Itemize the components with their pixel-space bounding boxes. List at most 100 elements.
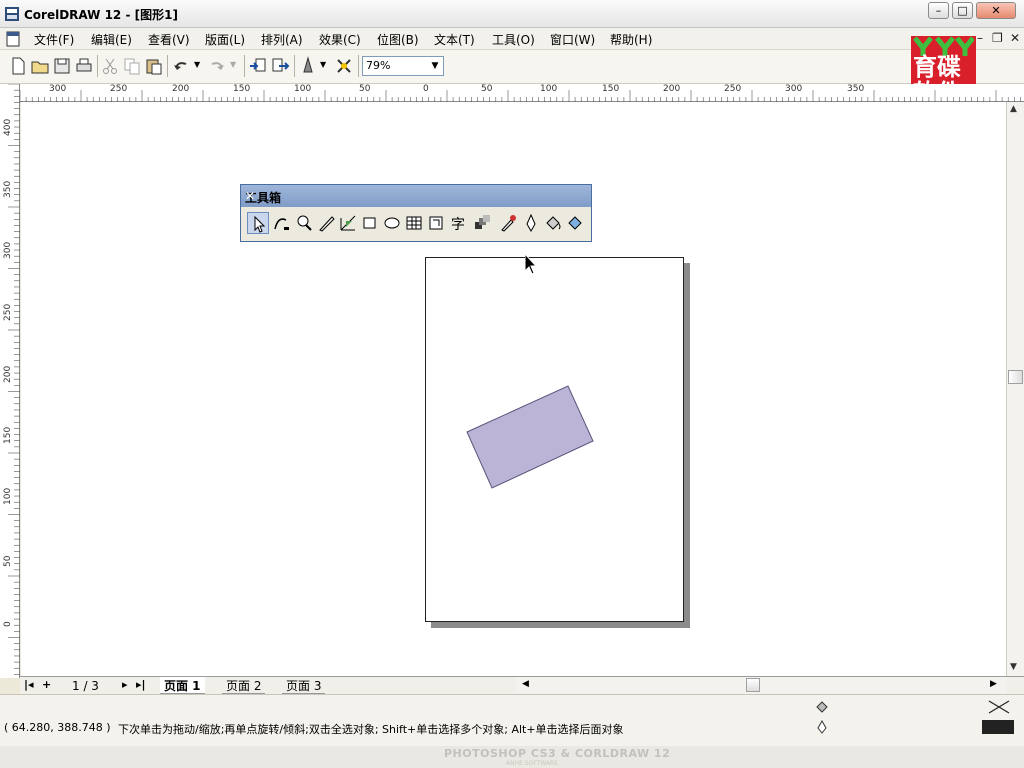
toolbox-close-icon[interactable]: ✕: [245, 189, 585, 203]
cut-icon[interactable]: [100, 56, 120, 76]
maximize-button[interactable]: □: [952, 2, 973, 19]
print-icon[interactable]: [74, 56, 94, 76]
outline-pen-icon[interactable]: [814, 719, 830, 735]
rotated-rectangle-shape[interactable]: [426, 258, 685, 623]
smart-fill-tool-icon[interactable]: [337, 212, 359, 234]
no-fill-icon[interactable]: [988, 699, 1010, 715]
vertical-ruler[interactable]: 400 350 300 250 200 150 100 50 0: [0, 84, 20, 678]
horizontal-scroll-thumb[interactable]: [746, 678, 760, 692]
toolbox-title-bar[interactable]: 工具箱 ✕: [241, 185, 591, 207]
new-icon[interactable]: [8, 56, 28, 76]
import-icon[interactable]: [248, 56, 268, 76]
menu-bitmaps[interactable]: 位图(B): [377, 31, 419, 48]
open-icon[interactable]: [30, 56, 50, 76]
status-hint-text: 下次单击为拖动/缩放;再单点旋转/倾斜;双击全选对象; Shift+单击选择多个…: [118, 723, 624, 736]
undo-icon[interactable]: [172, 56, 192, 76]
footer-text: PHOTOSHOP CS3 & CORLDRAW 12: [444, 747, 671, 760]
ruler-label: 150: [3, 426, 13, 444]
last-page-icon[interactable]: ▸|: [136, 678, 146, 691]
ruler-label: 200: [172, 84, 190, 94]
doc-close-button[interactable]: ✕: [1010, 31, 1020, 45]
basic-shapes-tool-icon[interactable]: [425, 212, 447, 234]
redo-dropdown-icon[interactable]: ▼: [230, 60, 236, 69]
document-page[interactable]: [425, 257, 684, 622]
horizontal-scrollbar[interactable]: ◀ ▶: [516, 677, 1006, 694]
save-icon[interactable]: [52, 56, 72, 76]
ruler-label: 250: [724, 84, 742, 94]
coreldraw-app-icon[interactable]: [4, 6, 20, 22]
ruler-label: 0: [3, 621, 13, 627]
tab-page-3[interactable]: 页面 3: [282, 677, 326, 694]
freehand-tool-icon[interactable]: [316, 212, 338, 234]
application-launcher-icon[interactable]: [298, 56, 318, 76]
zoom-level-value: 79%: [366, 59, 391, 72]
tab-page-1[interactable]: 页面 1: [160, 677, 205, 694]
add-page-icon[interactable]: +: [42, 678, 51, 691]
corel-online-icon[interactable]: [334, 56, 354, 76]
minimize-button[interactable]: –: [928, 2, 949, 19]
vertical-scroll-thumb[interactable]: [1008, 370, 1023, 384]
toolbox-panel: 工具箱 ✕ 字: [240, 184, 592, 242]
mouse-pointer-icon: [525, 254, 538, 275]
menu-effects[interactable]: 效果(C): [319, 31, 361, 48]
first-page-icon[interactable]: |◂: [24, 678, 34, 691]
undo-dropdown-icon[interactable]: ▼: [194, 60, 200, 69]
launcher-dropdown-icon[interactable]: ▼: [320, 60, 326, 69]
menu-arrange[interactable]: 排列(A): [261, 31, 303, 48]
doc-restore-button[interactable]: ❐: [992, 31, 1003, 45]
next-page-icon[interactable]: ▸: [122, 678, 128, 691]
shape-tool-icon[interactable]: [270, 212, 292, 234]
redo-icon[interactable]: [206, 56, 226, 76]
menu-layout[interactable]: 版面(L): [205, 31, 245, 48]
standard-toolbar: ▼ ▼ ▼ 79% ▼: [0, 50, 1024, 84]
menu-edit[interactable]: 编辑(E): [91, 31, 132, 48]
paste-icon[interactable]: [144, 56, 164, 76]
ruler-label: 350: [3, 180, 13, 198]
ruler-label: 0: [423, 84, 429, 94]
eyedropper-tool-icon[interactable]: [497, 212, 519, 234]
polygon-tool-icon[interactable]: [403, 212, 425, 234]
ruler-label: 350: [847, 84, 865, 94]
vertical-scrollbar[interactable]: ▲ ▼: [1006, 102, 1024, 676]
horizontal-ruler[interactable]: 300 250 200 150 100 50 0 50 100 150 200 …: [20, 84, 1024, 102]
interactive-fill-tool-icon[interactable]: [564, 212, 586, 234]
outline-tool-icon[interactable]: [520, 212, 542, 234]
svg-text:字: 字: [451, 217, 465, 233]
tab-page-2[interactable]: 页面 2: [222, 677, 266, 694]
zoom-level-combobox[interactable]: 79% ▼: [362, 56, 444, 76]
doc-minimize-button[interactable]: –: [977, 31, 983, 45]
zoom-tool-icon[interactable]: [293, 212, 315, 234]
ruler-label: 250: [110, 84, 128, 94]
chevron-down-icon[interactable]: ▼: [427, 57, 443, 75]
close-button[interactable]: ✕: [976, 2, 1016, 19]
logo-text-line1: 育碟: [913, 53, 961, 81]
ruler-label: 250: [3, 303, 13, 321]
menu-window[interactable]: 窗口(W): [550, 31, 595, 48]
scroll-down-icon[interactable]: ▼: [1010, 662, 1017, 672]
ellipse-tool-icon[interactable]: [381, 212, 403, 234]
menu-text[interactable]: 文本(T): [434, 31, 475, 48]
menu-help[interactable]: 帮助(H): [610, 31, 652, 48]
outline-color-swatch[interactable]: [982, 720, 1014, 734]
interactive-blend-tool-icon[interactable]: [471, 212, 493, 234]
scroll-left-icon[interactable]: ◀: [522, 679, 529, 689]
ruler-label: 200: [663, 84, 681, 94]
page-counter: 1 / 3: [72, 679, 99, 693]
pick-tool-icon[interactable]: [247, 212, 269, 234]
scroll-up-icon[interactable]: ▲: [1010, 104, 1017, 114]
toolbar-separator: [244, 55, 245, 77]
document-icon[interactable]: [6, 31, 20, 47]
fill-tool-icon[interactable]: [542, 212, 564, 234]
export-icon[interactable]: [270, 56, 290, 76]
ruler-label: 100: [294, 84, 312, 94]
toolbar-separator: [294, 55, 295, 77]
text-tool-icon[interactable]: 字: [447, 212, 469, 234]
menu-file[interactable]: 文件(F): [34, 31, 74, 48]
copy-icon[interactable]: [122, 56, 142, 76]
menu-view[interactable]: 查看(V): [148, 31, 190, 48]
footer-branding: PHOTOSHOP CS3 & CORLDRAW 12 ANHE SOFTWAR…: [0, 746, 1024, 768]
rectangle-tool-icon[interactable]: [359, 212, 381, 234]
scroll-right-icon[interactable]: ▶: [990, 679, 997, 689]
menu-tools[interactable]: 工具(O): [492, 31, 535, 48]
fill-bucket-icon[interactable]: [814, 699, 830, 715]
